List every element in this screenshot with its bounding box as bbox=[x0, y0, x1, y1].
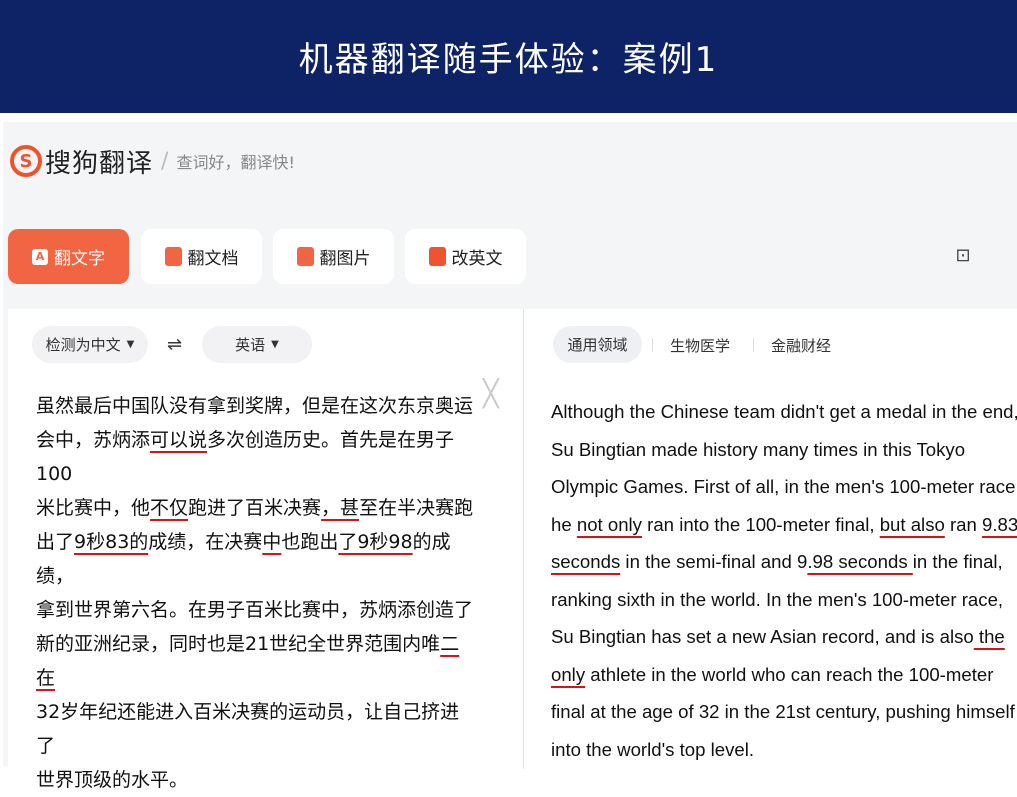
domain-general[interactable]: 通用领域 bbox=[553, 326, 642, 363]
translation-output: Although the Chinese team didn't get a m… bbox=[551, 393, 1017, 768]
tab-edit-english[interactable]: 改英文 bbox=[405, 229, 526, 284]
tab-label: 改英文 bbox=[451, 249, 503, 269]
domain-finance[interactable]: 金融财经 bbox=[771, 335, 831, 356]
document-icon bbox=[164, 247, 182, 266]
tab-label: 翻文字 bbox=[54, 249, 105, 269]
target-line-part: only bbox=[551, 663, 586, 685]
tab-label: 翻图片 bbox=[319, 249, 371, 269]
source-line: 虽然最后中国队没有拿到奖牌，但是在这次东京奥运 bbox=[36, 395, 474, 417]
target-line-part: .98 seconds bbox=[807, 551, 913, 572]
source-line: 世界顶级的水平。 bbox=[36, 769, 189, 791]
brand-separator: / bbox=[161, 148, 169, 174]
target-line: seconds in the semi-final and 9.98 secon… bbox=[551, 543, 1017, 581]
edit-english-icon bbox=[428, 247, 446, 266]
target-language-label: 英语 bbox=[235, 336, 266, 354]
target-line: into the world's top level. bbox=[551, 738, 755, 760]
image-icon bbox=[296, 247, 314, 266]
source-line-part: 9秒83的 bbox=[74, 531, 149, 553]
source-line: 会中，苏炳添可以说多次创造历史。首先是在男子100 bbox=[36, 423, 476, 491]
tab-translate-text[interactable]: A 翻文字 bbox=[8, 229, 129, 284]
source-line: 出了9秒83的成绩，在决赛中也跑出了9秒98的成绩， bbox=[36, 525, 476, 593]
caret-down-icon: ▼ bbox=[126, 339, 135, 350]
target-line: Su Bingtian made history many times in t… bbox=[551, 438, 966, 460]
swap-languages-icon[interactable]: ⇌ bbox=[167, 334, 182, 355]
source-line-part: 米比赛中，他 bbox=[36, 497, 151, 519]
source-line-part: 至在半决赛跑 bbox=[359, 497, 474, 519]
target-line-part: ran into the 100-meter final, bbox=[641, 513, 880, 535]
tab-label: 翻文档 bbox=[187, 249, 239, 269]
target-line-part: in the final, bbox=[912, 551, 1003, 572]
target-line: he not only ran into the 100-meter final… bbox=[551, 506, 1017, 544]
target-line: Although the Chinese team didn't get a m… bbox=[551, 401, 1017, 422]
target-line-part: athlete in the world who can reach the 1… bbox=[585, 663, 994, 685]
domain-biomedical[interactable]: 生物医学 bbox=[670, 335, 730, 356]
source-line: 拿到世界第六名。在男子百米比赛中，苏炳添创造了 bbox=[36, 599, 474, 621]
sogou-translate-app: S 搜狗翻译 / 查词好，翻译快! A 翻文字 翻文档 翻图片 改英文 ⊡ 检测… bbox=[3, 122, 1017, 791]
brand-header: S 搜狗翻译 / 查词好，翻译快! bbox=[10, 136, 295, 186]
target-line-part: he bbox=[551, 513, 577, 535]
target-line-part: Su Bingtian has set a new Asian record, … bbox=[551, 626, 974, 647]
source-line-part: 跑进了百米决赛 bbox=[188, 497, 322, 519]
clear-text-icon[interactable]: ╳ bbox=[483, 379, 499, 409]
target-line-part: 9.83 bbox=[982, 513, 1017, 535]
target-line: Su Bingtian has set a new Asian record, … bbox=[551, 618, 1017, 656]
slide-banner: 机器翻译随手体验：案例1 bbox=[0, 0, 1017, 113]
source-line-part: 新的亚洲纪录，同时也是21世纪全世界范围内唯 bbox=[36, 633, 441, 655]
tab-translate-document[interactable]: 翻文档 bbox=[141, 229, 262, 284]
source-line: 米比赛中，他不仅跑进了百米决赛，甚至在半决赛跑 bbox=[36, 491, 476, 525]
favorites-icon[interactable]: ⊡ bbox=[947, 239, 979, 271]
source-language-select[interactable]: 检测为中文 ▼ bbox=[32, 326, 148, 363]
target-line-part: the bbox=[973, 626, 1005, 647]
target-line-part: but also bbox=[879, 513, 945, 535]
source-line-part: ，甚 bbox=[321, 497, 360, 519]
source-language-label: 检测为中文 bbox=[45, 336, 121, 354]
target-line-part: not only bbox=[576, 513, 642, 535]
source-pane: 检测为中文 ▼ ⇌ 英语 ▼ ╳ 虽然最后中国队没有拿到奖牌，但是在这次东京奥运… bbox=[8, 309, 524, 791]
domain-divider bbox=[753, 338, 754, 352]
source-line: 32岁年纪还能进入百米决赛的运动员，让自己挤进了 bbox=[36, 701, 460, 757]
source-line-part: 中 bbox=[262, 531, 282, 553]
target-pane: 通用领域 生物医学 金融财经 Although the Chinese team… bbox=[524, 309, 1017, 769]
source-line-part: 也跑出 bbox=[281, 531, 339, 553]
source-line-part: 出了 bbox=[36, 531, 75, 553]
source-line: 新的亚洲纪录，同时也是21世纪全世界范围内唯二在 bbox=[36, 627, 476, 695]
source-line-part: 了9秒98 bbox=[338, 531, 413, 553]
slide-title: 机器翻译随手体验：案例1 bbox=[298, 40, 719, 80]
source-line-part: 可以说 bbox=[150, 429, 208, 451]
target-language-select[interactable]: 英语 ▼ bbox=[202, 326, 312, 363]
sogou-logo-icon[interactable]: S bbox=[10, 145, 42, 177]
source-line-part: 成绩，在决赛 bbox=[148, 531, 263, 553]
brand-name[interactable]: 搜狗翻译 bbox=[45, 143, 153, 180]
brand-slogan: 查词好，翻译快! bbox=[176, 153, 295, 172]
target-line: only athlete in the world who can reach … bbox=[551, 656, 1017, 694]
target-line-part: in the semi-final and 9 bbox=[620, 551, 808, 572]
domain-divider bbox=[652, 338, 653, 352]
target-line: ranking sixth in the world. In the men's… bbox=[551, 588, 1004, 610]
source-line-part: 不仅 bbox=[150, 497, 189, 519]
text-translate-icon: A bbox=[32, 248, 48, 265]
target-line-part: ran bbox=[944, 513, 983, 535]
source-text-input[interactable]: 虽然最后中国队没有拿到奖牌，但是在这次东京奥运 会中，苏炳添可以说多次创造历史。… bbox=[36, 389, 476, 797]
target-line: Olympic Games. First of all, in the men'… bbox=[551, 476, 1017, 497]
caret-down-icon: ▼ bbox=[271, 339, 279, 350]
target-line: final at the age of 32 in the 21st centu… bbox=[551, 701, 1015, 722]
tab-translate-image[interactable]: 翻图片 bbox=[273, 229, 394, 284]
source-line-part: 会中，苏炳添 bbox=[36, 429, 151, 451]
target-line-part: seconds bbox=[551, 551, 621, 572]
